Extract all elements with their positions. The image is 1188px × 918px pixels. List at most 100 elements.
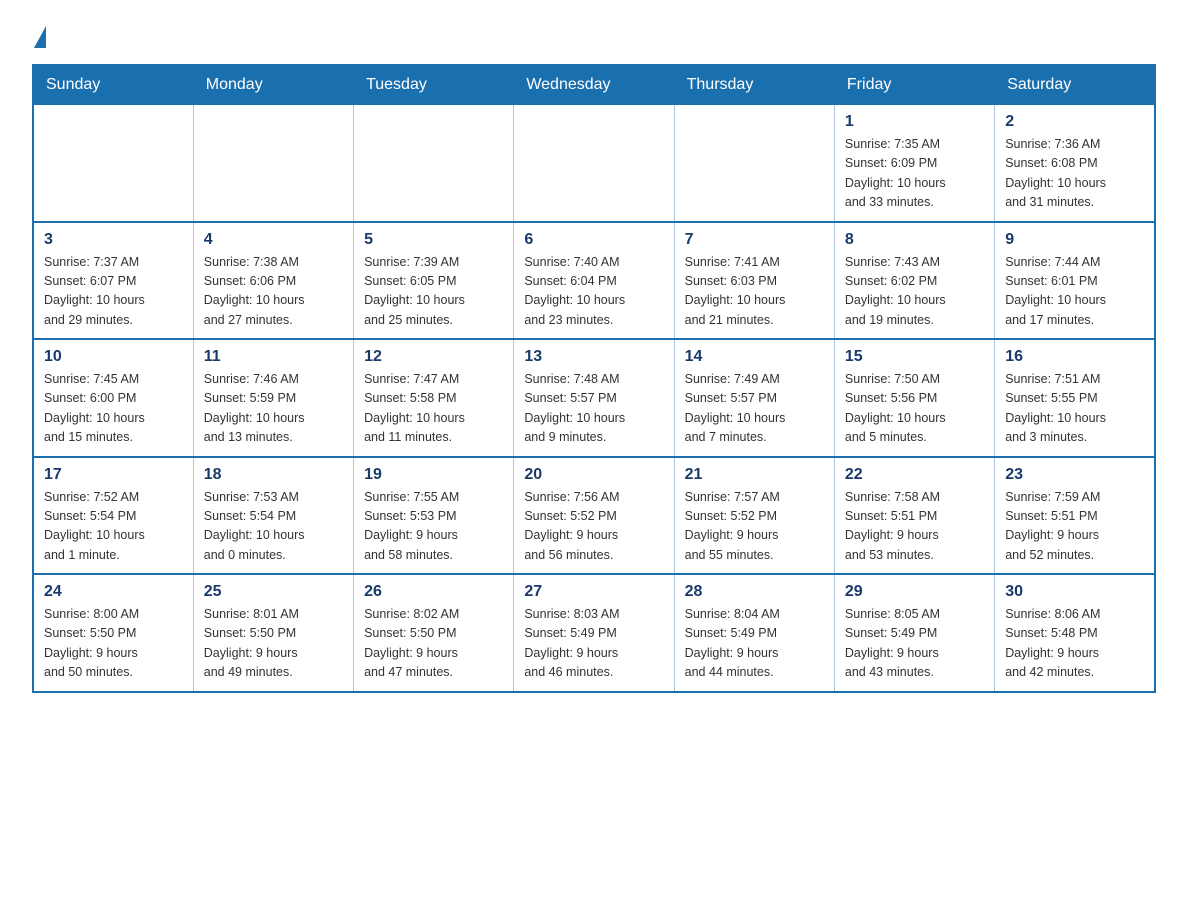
calendar-day-cell: 3 Sunrise: 7:37 AM Sunset: 6:07 PM Daylig… (33, 222, 193, 340)
day-number: 6 (524, 231, 663, 249)
day-info: Sunrise: 8:00 AM Sunset: 5:50 PM Dayligh… (44, 605, 183, 683)
day-number: 4 (204, 231, 343, 249)
calendar-day-cell: 21Sunrise: 7:57 AM Sunset: 5:52 PM Dayli… (674, 457, 834, 575)
calendar-day-cell: 15 Sunrise: 7:50 AM Sunset: 5:56 PM Dayli… (834, 339, 994, 457)
calendar-day-cell: 13 Sunrise: 7:48 AM Sunset: 5:57 PM Dayli… (514, 339, 674, 457)
day-number: 1 (845, 113, 984, 131)
calendar-day-cell: 30 Sunrise: 8:06 AM Sunset: 5:48 PM Dayli… (995, 574, 1155, 692)
day-info: Sunrise: 8:05 AM Sunset: 5:49 PM Dayligh… (845, 605, 984, 683)
day-info: Sunrise: 7:52 AM Sunset: 5:54 PM Dayligh… (44, 488, 183, 566)
calendar-day-cell: 11 Sunrise: 7:46 AM Sunset: 5:59 PM Dayli… (193, 339, 353, 457)
day-info: Sunrise: 7:53 AM Sunset: 5:54 PM Dayligh… (204, 488, 343, 566)
day-number: 25 (204, 583, 343, 601)
day-info: Sunrise: 7:39 AM Sunset: 6:05 PM Dayligh… (364, 253, 503, 331)
day-info: Sunrise: 7:35 AM Sunset: 6:09 PM Dayligh… (845, 135, 984, 213)
day-number: 18 (204, 466, 343, 484)
day-number: 5 (364, 231, 503, 249)
logo (32, 24, 46, 48)
weekday-header-friday: Friday (834, 65, 994, 105)
day-info: Sunrise: 7:37 AM Sunset: 6:07 PM Dayligh… (44, 253, 183, 331)
calendar-day-cell: 20Sunrise: 7:56 AM Sunset: 5:52 PM Dayli… (514, 457, 674, 575)
calendar-day-cell: 27 Sunrise: 8:03 AM Sunset: 5:49 PM Dayli… (514, 574, 674, 692)
day-info: Sunrise: 8:02 AM Sunset: 5:50 PM Dayligh… (364, 605, 503, 683)
day-number: 2 (1005, 113, 1144, 131)
calendar-day-cell: 19Sunrise: 7:55 AM Sunset: 5:53 PM Dayli… (354, 457, 514, 575)
day-number: 28 (685, 583, 824, 601)
calendar-week-row: 1 Sunrise: 7:35 AM Sunset: 6:09 PM Daylig… (33, 105, 1155, 222)
calendar-week-row: 17 Sunrise: 7:52 AM Sunset: 5:54 PM Dayli… (33, 457, 1155, 575)
day-number: 22 (845, 466, 984, 484)
day-number: 29 (845, 583, 984, 601)
day-number: 24 (44, 583, 183, 601)
day-number: 13 (524, 348, 663, 366)
calendar-week-row: 24 Sunrise: 8:00 AM Sunset: 5:50 PM Dayli… (33, 574, 1155, 692)
calendar-day-cell: 25 Sunrise: 8:01 AM Sunset: 5:50 PM Dayli… (193, 574, 353, 692)
day-info: Sunrise: 7:38 AM Sunset: 6:06 PM Dayligh… (204, 253, 343, 331)
calendar-day-cell: 4 Sunrise: 7:38 AM Sunset: 6:06 PM Daylig… (193, 222, 353, 340)
weekday-header-tuesday: Tuesday (354, 65, 514, 105)
calendar-day-cell (354, 105, 514, 222)
day-info: Sunrise: 7:44 AM Sunset: 6:01 PM Dayligh… (1005, 253, 1144, 331)
calendar-day-cell: 9 Sunrise: 7:44 AM Sunset: 6:01 PM Daylig… (995, 222, 1155, 340)
day-info: Sunrise: 7:46 AM Sunset: 5:59 PM Dayligh… (204, 370, 343, 448)
day-info: Sunrise: 7:47 AM Sunset: 5:58 PM Dayligh… (364, 370, 503, 448)
weekday-header-wednesday: Wednesday (514, 65, 674, 105)
calendar-day-cell: 1 Sunrise: 7:35 AM Sunset: 6:09 PM Daylig… (834, 105, 994, 222)
calendar-week-row: 3 Sunrise: 7:37 AM Sunset: 6:07 PM Daylig… (33, 222, 1155, 340)
day-number: 15 (845, 348, 984, 366)
day-info: Sunrise: 7:59 AM Sunset: 5:51 PM Dayligh… (1005, 488, 1144, 566)
calendar-day-cell: 10 Sunrise: 7:45 AM Sunset: 6:00 PM Dayli… (33, 339, 193, 457)
day-info: Sunrise: 7:50 AM Sunset: 5:56 PM Dayligh… (845, 370, 984, 448)
day-info: Sunrise: 7:55 AM Sunset: 5:53 PM Dayligh… (364, 488, 503, 566)
day-info: Sunrise: 8:04 AM Sunset: 5:49 PM Dayligh… (685, 605, 824, 683)
weekday-header-monday: Monday (193, 65, 353, 105)
day-info: Sunrise: 8:06 AM Sunset: 5:48 PM Dayligh… (1005, 605, 1144, 683)
weekday-header-row: SundayMondayTuesdayWednesdayThursdayFrid… (33, 65, 1155, 105)
calendar-day-cell: 24 Sunrise: 8:00 AM Sunset: 5:50 PM Dayli… (33, 574, 193, 692)
calendar-table: SundayMondayTuesdayWednesdayThursdayFrid… (32, 64, 1156, 693)
weekday-header-sunday: Sunday (33, 65, 193, 105)
day-info: Sunrise: 7:45 AM Sunset: 6:00 PM Dayligh… (44, 370, 183, 448)
day-info: Sunrise: 8:01 AM Sunset: 5:50 PM Dayligh… (204, 605, 343, 683)
day-number: 30 (1005, 583, 1144, 601)
calendar-day-cell (514, 105, 674, 222)
day-number: 21 (685, 466, 824, 484)
day-info: Sunrise: 7:49 AM Sunset: 5:57 PM Dayligh… (685, 370, 824, 448)
page-header (32, 24, 1156, 48)
day-info: Sunrise: 7:48 AM Sunset: 5:57 PM Dayligh… (524, 370, 663, 448)
day-number: 11 (204, 348, 343, 366)
weekday-header-thursday: Thursday (674, 65, 834, 105)
day-info: Sunrise: 7:40 AM Sunset: 6:04 PM Dayligh… (524, 253, 663, 331)
calendar-day-cell: 22 Sunrise: 7:58 AM Sunset: 5:51 PM Dayli… (834, 457, 994, 575)
calendar-day-cell: 2 Sunrise: 7:36 AM Sunset: 6:08 PM Daylig… (995, 105, 1155, 222)
day-info: Sunrise: 7:58 AM Sunset: 5:51 PM Dayligh… (845, 488, 984, 566)
calendar-day-cell: 8Sunrise: 7:43 AM Sunset: 6:02 PM Daylig… (834, 222, 994, 340)
calendar-day-cell (33, 105, 193, 222)
calendar-day-cell: 17 Sunrise: 7:52 AM Sunset: 5:54 PM Dayli… (33, 457, 193, 575)
day-number: 9 (1005, 231, 1144, 249)
day-number: 26 (364, 583, 503, 601)
day-number: 14 (685, 348, 824, 366)
day-info: Sunrise: 7:36 AM Sunset: 6:08 PM Dayligh… (1005, 135, 1144, 213)
day-info: Sunrise: 7:56 AM Sunset: 5:52 PM Dayligh… (524, 488, 663, 566)
calendar-day-cell (674, 105, 834, 222)
calendar-week-row: 10 Sunrise: 7:45 AM Sunset: 6:00 PM Dayli… (33, 339, 1155, 457)
day-number: 12 (364, 348, 503, 366)
calendar-day-cell: 28 Sunrise: 8:04 AM Sunset: 5:49 PM Dayli… (674, 574, 834, 692)
logo-triangle-icon (34, 26, 46, 48)
day-number: 27 (524, 583, 663, 601)
day-info: Sunrise: 8:03 AM Sunset: 5:49 PM Dayligh… (524, 605, 663, 683)
day-number: 17 (44, 466, 183, 484)
day-number: 8 (845, 231, 984, 249)
weekday-header-saturday: Saturday (995, 65, 1155, 105)
day-info: Sunrise: 7:41 AM Sunset: 6:03 PM Dayligh… (685, 253, 824, 331)
calendar-day-cell: 26 Sunrise: 8:02 AM Sunset: 5:50 PM Dayli… (354, 574, 514, 692)
calendar-day-cell: 6 Sunrise: 7:40 AM Sunset: 6:04 PM Daylig… (514, 222, 674, 340)
day-number: 23 (1005, 466, 1144, 484)
calendar-day-cell: 7Sunrise: 7:41 AM Sunset: 6:03 PM Daylig… (674, 222, 834, 340)
day-number: 10 (44, 348, 183, 366)
day-info: Sunrise: 7:51 AM Sunset: 5:55 PM Dayligh… (1005, 370, 1144, 448)
day-number: 3 (44, 231, 183, 249)
calendar-day-cell: 18 Sunrise: 7:53 AM Sunset: 5:54 PM Dayli… (193, 457, 353, 575)
day-number: 16 (1005, 348, 1144, 366)
